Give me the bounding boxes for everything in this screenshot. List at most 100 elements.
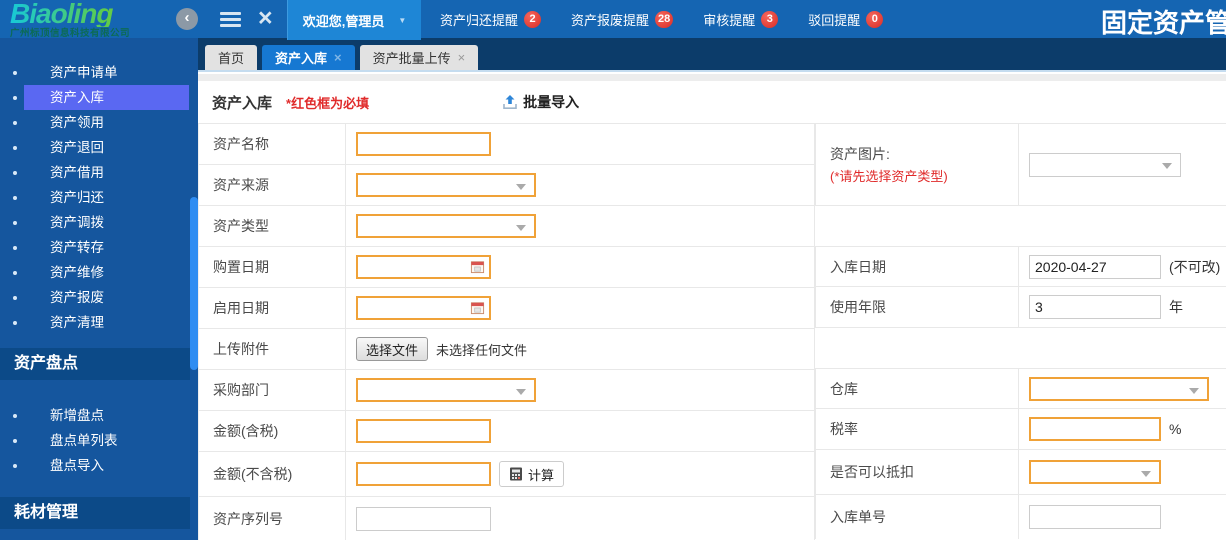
notification-badge: 0: [866, 10, 884, 28]
sidebar-item-inventory-list[interactable]: 盘点单列表: [0, 428, 198, 453]
bullet-icon: [13, 321, 17, 325]
form-row: 资产序列号: [199, 497, 814, 540]
collapse-sidebar-button[interactable]: ‹: [176, 8, 198, 30]
tab-batch-upload[interactable]: 资产批量上传 ×: [359, 45, 479, 70]
asset-type-select[interactable]: [356, 214, 536, 238]
bullet-icon: [13, 271, 17, 275]
notification-label: 审核提醒: [703, 12, 756, 28]
field-label: 启用日期: [199, 288, 346, 328]
sidebar-item-asset-borrow[interactable]: 资产借用: [0, 160, 198, 185]
tab-asset-inbound[interactable]: 资产入库 ×: [262, 45, 355, 70]
notification-label: 资产归还提醒: [440, 12, 519, 28]
notification-asset-scrap[interactable]: 资产报废提醒 28: [571, 10, 674, 29]
field-label: 入库日期: [816, 247, 1019, 286]
chevron-down-icon: [1141, 471, 1151, 477]
calendar-icon[interactable]: [470, 259, 485, 274]
bullet-icon: [13, 96, 17, 100]
notification-badge: 2: [524, 10, 542, 28]
calendar-icon[interactable]: [470, 300, 485, 315]
sidebar-item-asset-return-back[interactable]: 资产退回: [0, 135, 198, 160]
hamburger-menu-icon[interactable]: [220, 12, 241, 30]
notification-label: 资产报废提醒: [571, 12, 650, 28]
asset-serial-input[interactable]: [356, 507, 491, 531]
choose-file-button[interactable]: 选择文件: [356, 337, 429, 361]
app-root: Biaoling 广州标顶信息科技有限公司 ‹ × 欢迎您,管理员 ▼ 资产归还…: [0, 0, 1226, 540]
bullet-icon: [13, 196, 17, 200]
sidebar-section-inventory[interactable]: 资产盘点: [0, 348, 190, 380]
field-sublabel: (*请先选择资产类型): [830, 169, 948, 184]
upload-icon: [503, 95, 517, 109]
sidebar-item-asset-issue[interactable]: 资产领用: [0, 110, 198, 135]
app-title: 固定资产管理系统: [1101, 8, 1226, 38]
amount-without-tax-input[interactable]: [356, 462, 491, 486]
brand-name: Biaoling: [10, 0, 170, 28]
user-dropdown[interactable]: 欢迎您,管理员 ▼: [287, 0, 421, 40]
close-icon[interactable]: ×: [458, 50, 466, 65]
deductible-select[interactable]: [1029, 460, 1161, 484]
scrollbar-thumb[interactable]: [190, 197, 198, 370]
inbound-date-input[interactable]: [1029, 254, 1161, 279]
logo: Biaoling 广州标顶信息科技有限公司: [10, 0, 170, 39]
close-icon[interactable]: ×: [258, 4, 273, 33]
table-gap: [815, 328, 1226, 369]
useful-life-input[interactable]: [1029, 295, 1161, 319]
notification-asset-return[interactable]: 资产归还提醒 2: [440, 10, 542, 29]
file-status-text: 未选择任何文件: [436, 342, 528, 358]
tab-bar: 首页 资产入库 × 资产批量上传 ×: [198, 38, 1226, 72]
bullet-icon: [13, 464, 17, 468]
bullet-icon: [13, 414, 17, 418]
field-label: 上传附件: [199, 329, 346, 369]
top-header: Biaoling 广州标顶信息科技有限公司 ‹ × 欢迎您,管理员 ▼ 资产归还…: [0, 0, 1226, 40]
close-icon[interactable]: ×: [334, 50, 342, 65]
form-toolbar: 资产入库 *红色框为必填 批量导入: [198, 81, 1226, 123]
sidebar: 资产申请单 资产入库 资产领用 资产退回 资产借用 资产归还 资产调拨 资产转存…: [0, 38, 198, 540]
sidebar-item-inventory-import[interactable]: 盘点导入: [0, 453, 198, 478]
sidebar-item-asset-giveback[interactable]: 资产归还: [0, 185, 198, 210]
field-suffix: %: [1169, 421, 1182, 437]
purchase-dept-select[interactable]: [356, 378, 536, 402]
notification-audit[interactable]: 审核提醒 3: [703, 10, 779, 29]
field-label: 入库单号: [816, 495, 1019, 539]
sidebar-item-new-inventory[interactable]: 新增盘点: [0, 403, 198, 428]
asset-source-select[interactable]: [356, 173, 536, 197]
form-row: 仓库: [815, 368, 1226, 409]
form-left-table: 资产名称 资产来源 资产类型 购置日期 启用日期 上传附件 选择文件 未选择任何…: [198, 124, 815, 540]
form-row: 启用日期: [199, 288, 814, 329]
notification-reject[interactable]: 驳回提醒 0: [808, 10, 884, 29]
field-label: 购置日期: [199, 247, 346, 287]
sidebar-item-asset-transfer[interactable]: 资产调拨: [0, 210, 198, 235]
form-row: 资产来源: [199, 165, 814, 206]
sidebar-item-asset-cleanup[interactable]: 资产清理: [0, 310, 198, 335]
sidebar-section-consumables[interactable]: 耗材管理: [0, 497, 190, 529]
chevron-down-icon: [1189, 387, 1199, 394]
calculate-button[interactable]: 计算: [499, 461, 565, 487]
selected-highlight: [24, 85, 189, 110]
notification-bar: 资产归还提醒 2 资产报废提醒 28 审核提醒 3 驳回提醒 0: [440, 0, 884, 38]
sidebar-item-asset-scrap[interactable]: 资产报废: [0, 285, 198, 310]
asset-name-input[interactable]: [356, 132, 491, 156]
sidebar-item-asset-repair[interactable]: 资产维修: [0, 260, 198, 285]
field-label: 金额(不含税): [199, 452, 346, 496]
chevron-down-icon: [516, 389, 526, 395]
sidebar-item-asset-request[interactable]: 资产申请单: [0, 60, 198, 85]
form-row: 金额(含税): [199, 411, 814, 452]
amount-with-tax-input[interactable]: [356, 419, 491, 443]
field-label: 资产来源: [199, 165, 346, 205]
tax-rate-input[interactable]: [1029, 417, 1161, 441]
field-label: 金额(含税): [199, 411, 346, 451]
sidebar-item-asset-store[interactable]: 资产转存: [0, 235, 198, 260]
form-row: 资产名称: [199, 124, 814, 165]
chevron-down-icon: [516, 184, 526, 190]
asset-photo-select[interactable]: [1029, 152, 1181, 177]
sidebar-item-asset-inbound[interactable]: 资产入库: [0, 85, 198, 110]
batch-import-button[interactable]: 批量导入: [502, 92, 579, 112]
bullet-icon: [13, 146, 17, 150]
field-label: 资产名称: [199, 124, 346, 164]
sidebar-scrollbar[interactable]: [190, 38, 198, 540]
inbound-order-input[interactable]: [1029, 505, 1161, 529]
page-title: 资产入库: [212, 94, 273, 112]
field-label: 资产图片:: [830, 146, 890, 162]
tab-home[interactable]: 首页: [205, 45, 258, 70]
warehouse-select[interactable]: [1029, 376, 1209, 401]
welcome-label: 欢迎您,管理员: [302, 13, 385, 29]
